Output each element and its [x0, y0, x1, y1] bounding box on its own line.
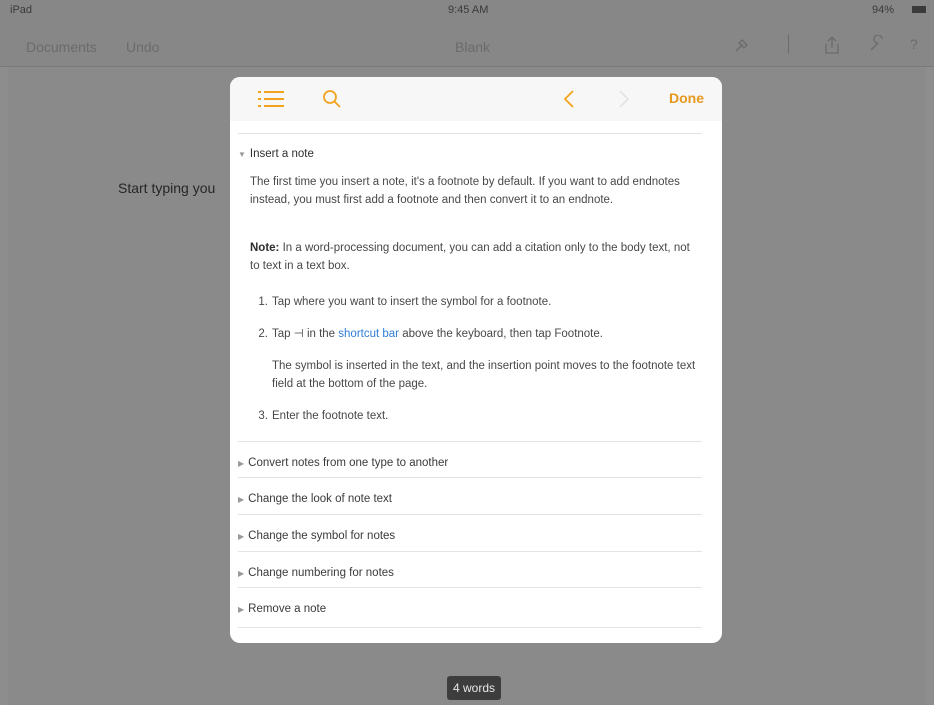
step-text-post: above the keyboard, then tap Footnote.: [399, 328, 603, 340]
undo-button[interactable]: Undo: [126, 39, 159, 55]
step-3: 3. Enter the footnote text.: [250, 407, 705, 425]
clock: 9:45 AM: [448, 4, 489, 16]
collapsed-triangle-icon: ▶: [238, 459, 245, 468]
section-convert-notes[interactable]: ▶ Convert notes from one type to another: [238, 457, 448, 469]
divider: [238, 514, 702, 515]
step-1: 1. Tap where you want to insert the symbo…: [250, 293, 705, 311]
divider: [238, 587, 702, 588]
section-title: Remove a note: [248, 603, 327, 615]
collapsed-triangle-icon: ▶: [238, 532, 245, 541]
document-text[interactable]: Start typing you: [118, 180, 215, 196]
search-icon[interactable]: [322, 89, 342, 114]
toc-list-icon[interactable]: [258, 89, 286, 114]
document-title: Blank: [455, 39, 491, 55]
step-number: 3.: [258, 410, 268, 422]
help-content: ▼ Insert a note The first time you insert…: [230, 121, 722, 643]
shortcut-bar-link[interactable]: shortcut bar: [338, 328, 399, 340]
share-icon[interactable]: [823, 35, 841, 58]
documents-button[interactable]: Documents: [26, 39, 97, 55]
battery-percent: 94%: [872, 4, 895, 16]
step-number: 2.: [258, 328, 268, 340]
section-title: Change the look of note text: [248, 493, 393, 505]
carrier-label: iPad: [10, 4, 33, 16]
popover-toolbar: Done: [230, 77, 722, 121]
divider: [238, 477, 702, 478]
expanded-triangle-icon: ▼: [238, 150, 246, 159]
section-title: Insert a note: [249, 148, 314, 160]
help-icon[interactable]: ?: [910, 36, 918, 52]
forward-chevron-icon[interactable]: [618, 89, 630, 114]
help-popover: Done ▼ Insert a note The first time you i…: [230, 77, 722, 643]
note-paragraph: Note: In a word-processing document, you…: [250, 239, 700, 275]
section-change-numbering[interactable]: ▶ Change numbering for notes: [238, 567, 394, 579]
section-change-symbol[interactable]: ▶ Change the symbol for notes: [238, 530, 395, 542]
section-title: Change the symbol for notes: [248, 530, 396, 542]
section-insert-note[interactable]: ▼ Insert a note: [238, 148, 314, 160]
done-button[interactable]: Done: [669, 90, 704, 106]
step-number: 1.: [258, 296, 268, 308]
intro-paragraph: The first time you insert a note, it's a…: [250, 176, 680, 206]
format-brush-icon[interactable]: [733, 36, 751, 57]
section-title: Change numbering for notes: [248, 567, 394, 579]
section-remove-note[interactable]: ▶ Remove a note: [238, 603, 326, 615]
step-text-pre: Tap ⊣ in the: [272, 328, 339, 340]
note-label: Note:: [250, 242, 280, 254]
back-chevron-icon[interactable]: [563, 89, 575, 114]
step-2: 2. Tap ⊣ in the shortcut bar above the ke…: [250, 325, 705, 343]
collapsed-triangle-icon: ▶: [238, 495, 245, 504]
note-text: In a word-processing document, you can a…: [250, 242, 690, 272]
step-text: Tap where you want to insert the symbol …: [272, 296, 552, 308]
section-title: Convert notes from one type to another: [248, 457, 449, 469]
divider: [238, 551, 702, 552]
collapsed-triangle-icon: ▶: [238, 605, 245, 614]
collapsed-triangle-icon: ▶: [238, 569, 245, 578]
divider: [238, 133, 702, 134]
battery-icon: [912, 6, 926, 13]
divider: [238, 627, 702, 628]
insert-icon[interactable]: [788, 34, 789, 54]
tools-wrench-icon[interactable]: [868, 34, 886, 56]
step-2-result: The symbol is inserted in the text, and …: [272, 360, 696, 390]
status-bar: iPad 9:45 AM 94%: [0, 0, 934, 20]
app-toolbar: Documents Undo Blank ?: [0, 20, 934, 67]
section-change-look[interactable]: ▶ Change the look of note text: [238, 493, 392, 505]
word-count-badge: 4 words: [447, 676, 502, 700]
divider: [238, 441, 702, 442]
step-text: Enter the footnote text.: [272, 410, 389, 422]
